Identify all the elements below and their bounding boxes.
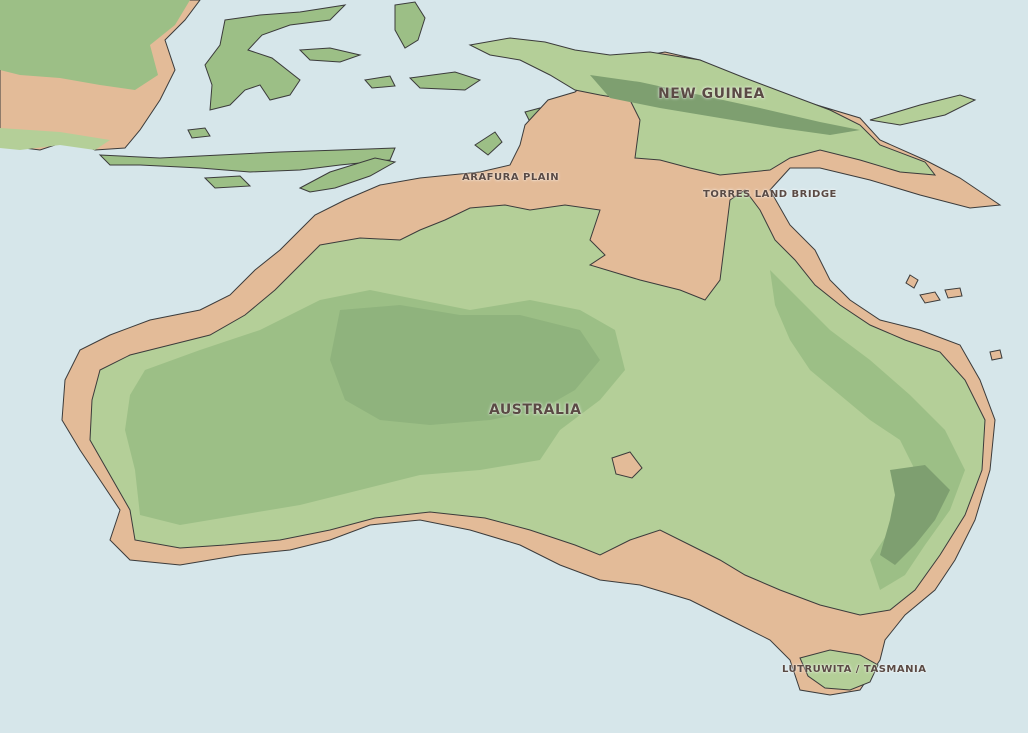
label-new-guinea: NEW GUINEA: [658, 86, 765, 102]
label-arafura-plain: ARAFURA PLAIN: [462, 172, 560, 183]
label-tasmania: LUTRUWITA / TASMANIA: [782, 664, 927, 675]
map-canvas: [0, 0, 1028, 733]
coral-sea-island-3: [944, 287, 963, 299]
map-view[interactable]: NEW GUINEA ARAFURA PLAIN TORRES LAND BRI…: [0, 0, 1028, 733]
label-australia: AUSTRALIA: [489, 402, 582, 418]
label-torres-land-bridge: TORRES LAND BRIDGE: [703, 189, 837, 200]
coral-sea-island-4: [989, 349, 1003, 361]
